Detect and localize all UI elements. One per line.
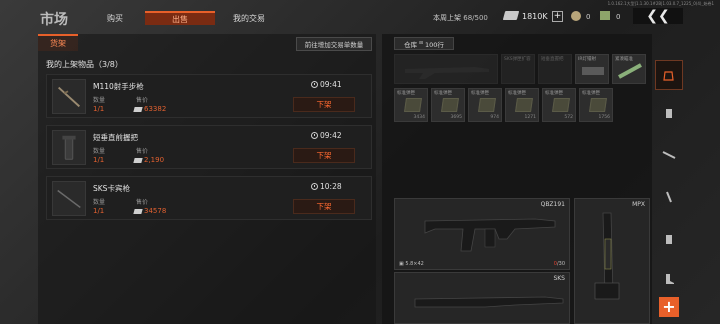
inventory-slot[interactable]: 标准弹匣 3695 xyxy=(431,88,465,122)
tab-warehouse[interactable]: 仓库 ⊟ 100行 xyxy=(394,37,454,50)
unlist-button[interactable]: 下架 xyxy=(293,148,355,163)
warehouse-panel: 仓库 ⊟ 100行 SKS弹匣扩容 短垂直握把 IR灯镭射 紧凑瞄准 标准弹匣 3… xyxy=(382,34,652,324)
item-name: 短垂直前握把 xyxy=(93,133,138,142)
carbine-thumbnail xyxy=(52,181,86,216)
inventory-slot-sks[interactable]: SKS xyxy=(394,272,570,324)
coin-icon xyxy=(571,11,581,21)
cash-icon xyxy=(133,106,143,112)
quantity-label: 数量 xyxy=(93,97,106,104)
price-label: 售价 xyxy=(136,148,149,155)
backpack-icon[interactable] xyxy=(655,60,683,90)
rifle-thumbnail xyxy=(52,79,86,114)
inventory-slot[interactable]: 短垂直握把 xyxy=(538,54,572,84)
tab-shelf[interactable]: 货架 xyxy=(38,34,78,51)
inventory-slot[interactable]: 标准弹匣 1756 xyxy=(579,88,613,122)
boot-icon[interactable] xyxy=(655,264,683,294)
quantity-value: 1/1 xyxy=(93,156,105,164)
inventory-slot[interactable]: 标准弹匣 3434 xyxy=(394,88,428,122)
inventory-slot[interactable]: SKS弹匣扩容 xyxy=(501,54,535,84)
tab-buy[interactable]: 购买 xyxy=(80,11,150,25)
coin-amount: 0 xyxy=(586,13,591,21)
inventory-slot[interactable]: 标准弹匣 974 xyxy=(468,88,502,122)
magazine-icon xyxy=(441,98,459,112)
unlist-button[interactable]: 下架 xyxy=(293,199,355,214)
ammo-type: ▣ 5.8×42 xyxy=(399,261,424,267)
cash-amount: 1810K xyxy=(522,12,548,21)
weekly-label: 本周上架 xyxy=(433,14,461,22)
inventory-slot[interactable]: 紧凑瞄准 xyxy=(612,54,646,84)
quantity-value: 1/1 xyxy=(93,105,105,113)
weekly-count: 68/500 xyxy=(463,14,488,22)
magazine-icon xyxy=(478,98,496,112)
listing-card[interactable]: SKS卡宾枪 数量 1/1 售价 34578 10:28 下架 xyxy=(46,176,372,220)
gun-name: MPX xyxy=(632,201,645,208)
listing-timer: 09:41 xyxy=(311,80,342,89)
clock-icon xyxy=(311,81,318,88)
listing-card[interactable]: 短垂直前握把 数量 1/1 售价 2,190 09:42 下架 xyxy=(46,125,372,169)
inventory-slot[interactable] xyxy=(394,54,498,84)
grip-thumbnail xyxy=(52,130,86,165)
rifle-icon[interactable] xyxy=(655,140,683,170)
rifle-icon xyxy=(414,296,564,308)
vest-icon[interactable] xyxy=(655,224,683,254)
tab-my-trades[interactable]: 我的交易 xyxy=(214,11,284,25)
price-value: 63382 xyxy=(133,105,166,113)
price-label: 售价 xyxy=(136,199,149,206)
ammo-capacity: 0/30 xyxy=(553,261,565,267)
quantity-value: 1/1 xyxy=(93,207,105,215)
inventory-slot[interactable]: 标准弹匣 572 xyxy=(542,88,576,122)
cash-icon xyxy=(133,208,143,214)
clock-icon xyxy=(311,183,318,190)
page-title: 市场 xyxy=(40,12,68,28)
quantity-label: 数量 xyxy=(93,148,106,155)
price-label: 售价 xyxy=(136,97,149,104)
add-trade-slots-button[interactable]: 前往增加交易单数量 xyxy=(296,37,372,51)
cash-icon xyxy=(502,11,520,20)
magazine-icon xyxy=(552,98,570,112)
inventory-slot-mpx[interactable]: MPX xyxy=(574,198,650,324)
weekly-listing-status: 本周上架 68/500 xyxy=(433,13,488,23)
listing-card[interactable]: M110射手步枪 数量 1/1 售价 63382 09:41 下架 xyxy=(46,74,372,118)
shelf-panel: 货架 前往增加交易单数量 我的上架物品（3/8） M110射手步枪 数量 1/1… xyxy=(38,34,376,324)
quantity-label: 数量 xyxy=(93,199,106,206)
clock-icon xyxy=(311,132,318,139)
listing-title: 我的上架物品（3/8） xyxy=(46,60,123,69)
magazine-icon xyxy=(404,98,422,112)
back-button[interactable]: ❮❮ xyxy=(633,8,683,24)
tab-sell[interactable]: 出售 xyxy=(145,11,215,25)
inventory-slot-qbz191[interactable]: QBZ191 ▣ 5.8×42 0/30 xyxy=(394,198,570,270)
cash-icon xyxy=(133,157,143,163)
add-currency-button[interactable]: + xyxy=(552,11,563,22)
armor-icon[interactable] xyxy=(655,98,683,128)
magazine-icon xyxy=(589,98,607,112)
inventory-slot[interactable]: IR灯镭射 xyxy=(575,54,609,84)
magazine-icon xyxy=(515,98,533,112)
item-name: M110射手步枪 xyxy=(93,82,144,91)
price-value: 2,190 xyxy=(133,156,164,164)
gun-name: SKS xyxy=(553,275,565,282)
bill-icon xyxy=(600,11,610,20)
listing-timer: 10:28 xyxy=(311,182,342,191)
listing-timer: 09:42 xyxy=(311,131,342,140)
item-name: SKS卡宾枪 xyxy=(93,184,130,193)
build-info: 1.0.162.1大型|1.1.30.1#2B|1.03.0.7_1225_0(… xyxy=(607,1,714,6)
gun-name: QBZ191 xyxy=(540,201,565,208)
inventory-slot[interactable]: 标准弹匣 1271 xyxy=(505,88,539,122)
smg-icon xyxy=(594,212,620,300)
bill-amount: 0 xyxy=(616,13,621,21)
add-category-button[interactable]: + xyxy=(659,297,679,317)
price-value: 34578 xyxy=(133,207,166,215)
magazine-icon[interactable] xyxy=(655,182,683,212)
unlist-button[interactable]: 下架 xyxy=(293,97,355,112)
top-bar: 1.0.162.1大型|1.1.30.1#2B|1.03.0.7_1225_0(… xyxy=(0,0,720,34)
